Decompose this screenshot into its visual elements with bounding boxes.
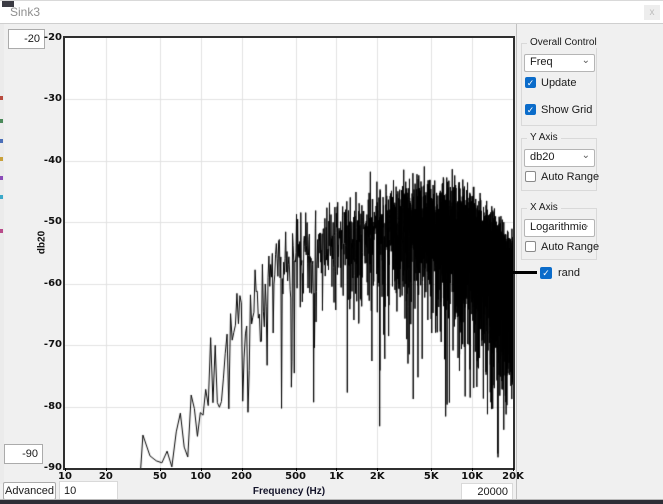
- edge-artifact-speck: [0, 229, 3, 233]
- y-tick-label: -70: [34, 339, 62, 350]
- title-bar[interactable]: Sink3 x: [0, 1, 663, 24]
- background-edge-strip: [0, 24, 4, 484]
- x-tick-mark: [160, 468, 161, 471]
- x-tick-label: 1K: [329, 471, 344, 482]
- panel-divider: [516, 24, 517, 501]
- chevron-down-icon: ⌄: [582, 55, 590, 66]
- edge-artifact-speck: [0, 157, 3, 161]
- y-axis-label: db20: [37, 213, 48, 273]
- show-grid-checkbox[interactable]: ✓: [525, 104, 536, 115]
- x-tick-mark: [377, 468, 378, 471]
- edge-artifact-speck: [0, 176, 3, 180]
- update-label: Update: [541, 77, 576, 89]
- x-tick-mark: [106, 468, 107, 471]
- x-tick-mark: [296, 468, 297, 471]
- edge-artifact-speck: [0, 139, 3, 143]
- y-axis-group-title: Y Axis: [527, 132, 561, 143]
- show-grid-label: Show Grid: [541, 104, 592, 116]
- y-tick-label: -40: [34, 155, 62, 166]
- x-tick-label: 5K: [424, 471, 439, 482]
- y-auto-range-checkbox[interactable]: [525, 171, 536, 182]
- x-axis-label: Frequency (Hz): [65, 486, 513, 497]
- overall-control-group: Overall Control Freq ⌄ ✓ Update ✓ Show G…: [521, 43, 597, 126]
- x-tick-label: 100: [190, 471, 211, 482]
- overall-control-title: Overall Control: [527, 37, 600, 48]
- legend-line-sample: [509, 271, 537, 274]
- x-tick-label: 10K: [461, 471, 483, 482]
- edge-artifact-speck: [0, 96, 3, 100]
- spectrum-plot-canvas[interactable]: [65, 38, 513, 468]
- legend-series-checkbox[interactable]: ✓: [540, 267, 552, 279]
- sink-window: Sink3 x -20-30-40-50-60-70-80-90 1020501…: [0, 0, 663, 504]
- x-axis-group: X Axis Logarithmic ⌄ Auto Range: [521, 208, 597, 260]
- y-axis-dropdown[interactable]: db20 ⌄: [524, 149, 595, 167]
- x-tick-mark: [472, 468, 473, 471]
- chevron-down-icon: ⌄: [582, 150, 590, 161]
- y-tick-label: -20: [34, 32, 62, 43]
- x-auto-range-checkbox[interactable]: [525, 241, 536, 252]
- y-tick-label: -60: [34, 278, 62, 289]
- x-tick-label: 2K: [370, 471, 385, 482]
- window-corner-artifact: [2, 1, 14, 7]
- y-tick-label: -30: [34, 93, 62, 104]
- edge-artifact-speck: [0, 119, 3, 123]
- x-tick-label: 200: [231, 471, 252, 482]
- x-tick-mark: [201, 468, 202, 471]
- advanced-button[interactable]: Advanced: [3, 482, 56, 500]
- y-min-input[interactable]: [4, 444, 43, 464]
- chevron-down-icon: ⌄: [582, 220, 590, 231]
- x-tick-mark: [431, 468, 432, 471]
- update-checkbox[interactable]: ✓: [525, 77, 536, 88]
- legend-series-label: rand: [558, 267, 580, 279]
- overall-control-dropdown[interactable]: Freq ⌄: [524, 54, 595, 72]
- x-tick-mark: [65, 468, 66, 471]
- x-min-input[interactable]: [59, 481, 118, 500]
- x-tick-label: 500: [285, 471, 306, 482]
- x-axis-group-title: X Axis: [527, 202, 561, 213]
- x-tick-mark: [336, 468, 337, 471]
- x-tick-mark: [242, 468, 243, 471]
- x-auto-range-label: Auto Range: [541, 241, 599, 253]
- close-icon: x: [650, 7, 655, 18]
- spectrum-plot-area[interactable]: [63, 36, 515, 470]
- y-auto-range-label: Auto Range: [541, 171, 599, 183]
- edge-artifact-speck: [0, 195, 3, 199]
- window-title: Sink3: [10, 5, 40, 19]
- y-axis-group: Y Axis db20 ⌄ Auto Range: [521, 138, 597, 191]
- close-button[interactable]: x: [644, 5, 660, 20]
- x-axis-dropdown[interactable]: Logarithmic ⌄: [524, 219, 595, 237]
- x-tick-mark: [513, 468, 514, 471]
- x-tick-label: 20K: [502, 471, 524, 482]
- y-tick-label: -80: [34, 401, 62, 412]
- bottom-window-edge: [0, 500, 663, 504]
- x-tick-label: 50: [153, 471, 167, 482]
